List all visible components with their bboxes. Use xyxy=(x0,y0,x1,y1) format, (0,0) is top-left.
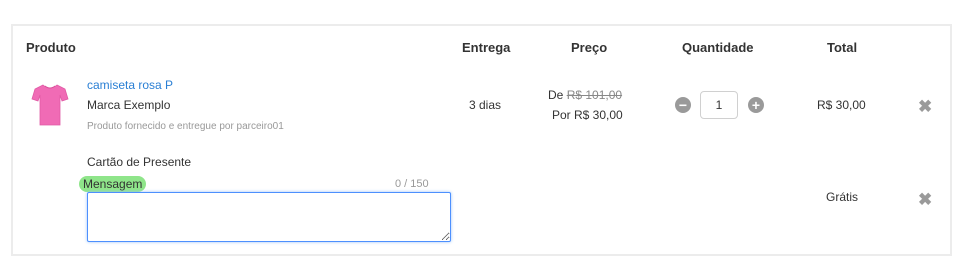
price-current: Por R$ 30,00 xyxy=(552,108,623,122)
close-icon: ✖ xyxy=(918,190,933,209)
gift-message-textarea[interactable] xyxy=(87,192,451,242)
item-total: R$ 30,00 xyxy=(817,98,866,112)
product-name-link[interactable]: camiseta rosa P xyxy=(87,78,173,92)
decrease-quantity-button[interactable]: − xyxy=(675,97,691,113)
increase-quantity-button[interactable]: + xyxy=(748,97,764,113)
header-total: Total xyxy=(827,40,858,55)
remove-gift-button[interactable]: ✖ xyxy=(918,191,932,208)
price-original: R$ 101,00 xyxy=(566,88,623,102)
product-image[interactable] xyxy=(31,83,69,132)
message-label-wrap: Mensagem xyxy=(79,175,147,193)
plus-icon: + xyxy=(751,97,761,113)
minus-icon: − xyxy=(678,97,688,113)
header-product: Produto xyxy=(26,40,76,55)
remove-item-button[interactable]: ✖ xyxy=(918,98,932,115)
close-icon: ✖ xyxy=(918,97,933,116)
gift-total: Grátis xyxy=(826,190,859,204)
header-quantity: Quantidade xyxy=(682,40,754,55)
quantity-input[interactable] xyxy=(700,91,738,119)
header-delivery: Entrega xyxy=(462,40,511,55)
message-char-counter: 0 / 150 xyxy=(395,178,429,190)
product-seller: Produto fornecido e entregue por parceir… xyxy=(87,121,284,132)
product-brand: Marca Exemplo xyxy=(87,98,171,112)
delivery-time: 3 dias xyxy=(469,98,502,112)
message-label: Mensagem xyxy=(79,176,147,192)
pink-tshirt-icon xyxy=(31,84,69,131)
header-price: Preço xyxy=(571,40,608,55)
price-from: De R$ 101,00 xyxy=(548,88,622,102)
gift-card-title: Cartão de Presente xyxy=(87,155,192,169)
price-from-label: De xyxy=(548,88,564,102)
